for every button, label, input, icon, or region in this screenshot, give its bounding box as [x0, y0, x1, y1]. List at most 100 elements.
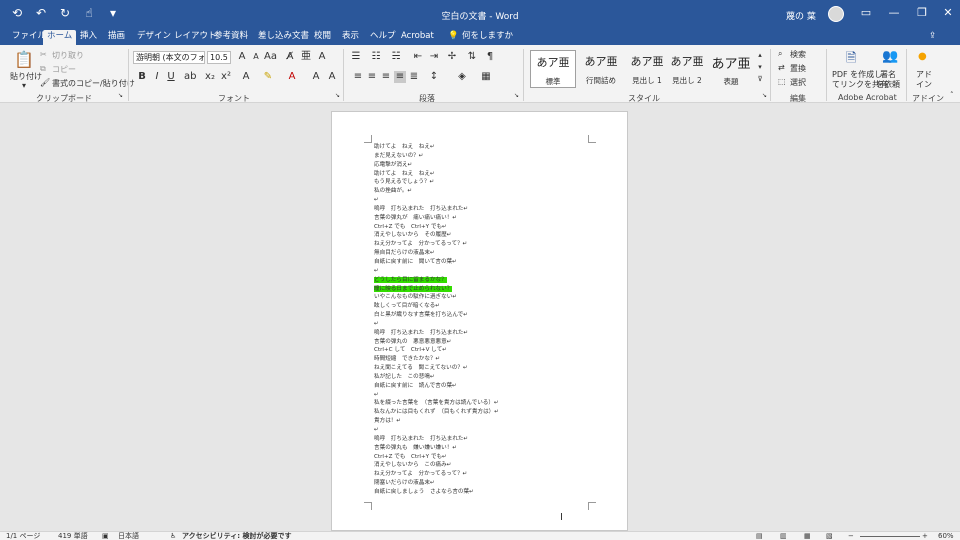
- dialog-launcher-icon[interactable]: ↘: [514, 92, 519, 99]
- document-line[interactable]: もう見えるでしょう？↵: [374, 178, 594, 187]
- tell-me-search[interactable]: 何をしますか: [458, 30, 517, 45]
- tab-view[interactable]: 表示: [338, 30, 363, 45]
- bullets-icon[interactable]: ☰: [350, 51, 362, 63]
- styles-scroll-down-icon[interactable]: ▾: [754, 61, 766, 73]
- asian-layout-icon[interactable]: ✢: [446, 51, 458, 63]
- cut-button[interactable]: 切り取り: [52, 50, 84, 61]
- print-layout-icon[interactable]: ▦: [804, 532, 811, 540]
- minimize-icon[interactable]: —: [886, 6, 902, 19]
- document-line[interactable]: 閉塞いだらけの液晶末↵: [374, 479, 594, 488]
- tab-draw[interactable]: 描画: [104, 30, 129, 45]
- copy-icon[interactable]: ⧉: [40, 64, 46, 74]
- tab-design[interactable]: デザイン: [133, 30, 175, 45]
- font-color-icon[interactable]: A: [286, 71, 298, 83]
- addin-icon[interactable]: ●: [918, 51, 927, 62]
- sign-icon[interactable]: 👥: [882, 49, 898, 64]
- document-line[interactable]: ↵: [374, 320, 594, 329]
- styles-more-icon[interactable]: ⊽: [754, 73, 766, 85]
- styles-scroll-up-icon[interactable]: ▴: [754, 49, 766, 61]
- user-name[interactable]: 蔑の 葉: [786, 9, 816, 22]
- zoom-slider[interactable]: [860, 536, 920, 537]
- document-line[interactable]: Ctrl+Z でも Ctrl+Y でも↵: [374, 223, 594, 232]
- tab-insert[interactable]: 挿入: [76, 30, 101, 45]
- cut-icon[interactable]: ✂: [40, 50, 47, 59]
- line-spacing-icon[interactable]: ↕: [428, 71, 440, 83]
- document-line[interactable]: ↵: [374, 267, 594, 276]
- ribbon-display-icon[interactable]: ▭: [858, 6, 874, 19]
- enclose-char-icon[interactable]: A: [316, 51, 328, 63]
- align-right-icon[interactable]: ≡: [380, 71, 392, 83]
- clear-formatting-icon[interactable]: A̸: [284, 51, 296, 63]
- tab-home[interactable]: ホーム: [43, 30, 77, 45]
- document-line[interactable]: 白と黒が織りなす言葉を打ち込んで↵: [374, 311, 594, 320]
- document-line[interactable]: 自紙に戻しましょう さよなら言の葉↵: [374, 488, 594, 497]
- accessibility-status[interactable]: アクセシビリティ: 検討が必要です: [182, 532, 291, 540]
- shrink-font-icon[interactable]: A: [250, 51, 262, 63]
- document-line[interactable]: 自紙に戻す前に 聞いて言の葉↵: [374, 258, 594, 267]
- page-count[interactable]: 1/1 ページ: [6, 532, 40, 540]
- document-body[interactable]: 助けてよ ねえ ねえ↵ まだ見えないの？↵ 応電撃が消え↵ 助けてよ ねえ ねえ↵ もう…: [374, 143, 594, 497]
- document-line[interactable]: 無自目だらけの液晶末↵: [374, 249, 594, 258]
- char-shading-icon[interactable]: A: [310, 71, 322, 83]
- document-line[interactable]: まだ見えないの？↵: [374, 152, 594, 161]
- paste-icon[interactable]: 📋: [14, 51, 34, 69]
- dialog-launcher-icon[interactable]: ↘: [335, 92, 340, 99]
- document-line[interactable]: 眩しくって目が暗くなる↵: [374, 302, 594, 311]
- tab-mailings[interactable]: 差し込み文書: [254, 30, 313, 45]
- document-line[interactable]: 私の挫曲が。↵: [374, 187, 594, 196]
- document-line[interactable]: 貴方は！↵: [374, 417, 594, 426]
- collapse-ribbon-icon[interactable]: ˄: [950, 91, 954, 99]
- zoom-level[interactable]: 60%: [938, 532, 954, 540]
- increase-indent-icon[interactable]: ⇥: [428, 51, 440, 63]
- strikethrough-icon[interactable]: ab: [184, 71, 196, 83]
- document-line[interactable]: 嗚呼 打ち込まれた 打ち込まれた↵: [374, 435, 594, 444]
- vertical-scrollbar[interactable]: [951, 103, 960, 531]
- chevron-down-icon[interactable]: ▾: [22, 81, 26, 90]
- zoom-in-icon[interactable]: +: [922, 532, 928, 540]
- find-button[interactable]: 検索: [790, 49, 806, 60]
- show-marks-icon[interactable]: ¶: [484, 51, 496, 63]
- document-line[interactable]: ↵: [374, 391, 594, 400]
- tab-references[interactable]: 参考資料: [210, 30, 252, 45]
- maximize-icon[interactable]: ❐: [914, 6, 930, 19]
- select-icon[interactable]: ⬚: [778, 77, 786, 86]
- document-line[interactable]: 私を綴った言葉を （言葉を貴方は読んでいる）↵: [374, 399, 594, 408]
- italic-icon[interactable]: I: [151, 71, 163, 83]
- align-left-icon[interactable]: ≡: [352, 71, 364, 83]
- change-case-icon[interactable]: Aa: [264, 51, 277, 63]
- avatar[interactable]: [828, 6, 844, 22]
- proofing-icon[interactable]: ▣: [102, 532, 109, 540]
- font-name-select[interactable]: 游明朝 (本文のフォン: [133, 51, 205, 64]
- underline-icon[interactable]: U: [165, 71, 177, 83]
- document-line[interactable]: 助けてよ ねえ ねえ↵: [374, 143, 594, 152]
- document-line[interactable]: 言葉の弾丸の 悪意悪意悪意↵: [374, 338, 594, 347]
- shading-icon[interactable]: ◈: [456, 71, 468, 83]
- font-size-select[interactable]: 10.5: [207, 51, 231, 64]
- pdf-icon[interactable]: 🗎: [846, 49, 856, 71]
- close-icon[interactable]: ✕: [940, 6, 956, 19]
- document-line[interactable]: Ctrl+C して Ctrl+V して↵: [374, 346, 594, 355]
- sort-icon[interactable]: ⇅: [466, 51, 478, 63]
- grow-font-icon[interactable]: A: [236, 51, 248, 63]
- document-line[interactable]: 消えやしないから その履歴↵: [374, 231, 594, 240]
- distributed-icon[interactable]: ≣: [408, 71, 420, 83]
- share-icon[interactable]: ⇪: [925, 30, 940, 45]
- style-heading-2[interactable]: あア亜 見出し 2: [664, 50, 710, 88]
- decrease-indent-icon[interactable]: ⇤: [412, 51, 424, 63]
- select-button[interactable]: 選択: [790, 77, 806, 88]
- borders-icon[interactable]: ▦: [480, 71, 492, 83]
- document-line[interactable]: Ctrl+Z でも Ctrl+Y でも↵: [374, 453, 594, 462]
- document-line[interactable]: 応電撃が消え↵: [374, 161, 594, 170]
- document-line[interactable]: 嗚呼 打ち込まれた 打ち込まれた↵: [374, 329, 594, 338]
- document-page[interactable]: 助けてよ ねえ ねえ↵ まだ見えないの？↵ 応電撃が消え↵ 助けてよ ねえ ねえ↵ もう…: [331, 111, 628, 531]
- addin-line2[interactable]: イン: [914, 79, 934, 90]
- zoom-out-icon[interactable]: −: [848, 532, 854, 540]
- document-line[interactable]: ↵: [374, 196, 594, 205]
- document-line[interactable]: 助けてよ ねえ ねえ↵: [374, 170, 594, 179]
- multilevel-list-icon[interactable]: ☵: [390, 51, 402, 63]
- phonetic-guide-icon[interactable]: 亜: [300, 51, 312, 63]
- replace-icon[interactable]: ⇄: [778, 63, 785, 72]
- document-line[interactable]: 消えやしないから この痛み↵: [374, 461, 594, 470]
- tab-review[interactable]: 校閲: [310, 30, 335, 45]
- bold-icon[interactable]: B: [136, 71, 148, 83]
